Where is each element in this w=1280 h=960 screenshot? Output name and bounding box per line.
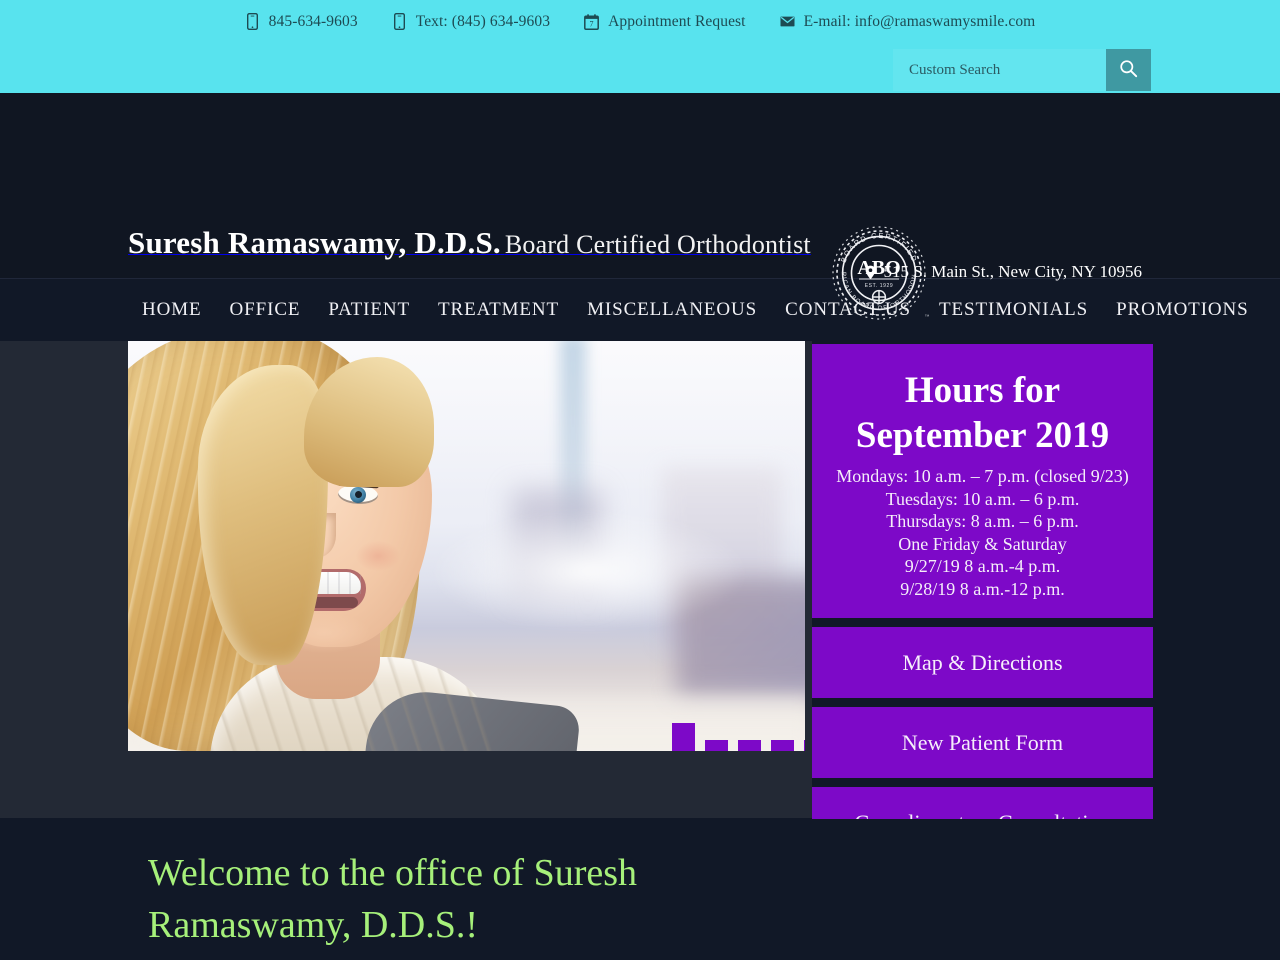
new-patient-form-button[interactable]: New Patient Form <box>812 707 1153 778</box>
nav-item-promotions[interactable]: PROMOTIONS <box>1102 279 1263 341</box>
sidebar: Hours for September 2019 Mondays: 10 a.m… <box>812 344 1153 858</box>
envelope-icon <box>780 13 795 31</box>
slider-pagination-bar[interactable] <box>804 740 805 751</box>
contact-strip: 845-634-9603 Text: (845) 634-9603 7 Appo… <box>0 0 1280 34</box>
search-submit-button[interactable] <box>1106 49 1151 91</box>
brand-text: Suresh Ramaswamy, D.D.S. Board Certified… <box>128 223 811 262</box>
brand-tagline: Board Certified Orthodontist <box>504 230 811 259</box>
search-input[interactable] <box>893 49 1106 91</box>
nav-item-testimonials[interactable]: TESTIMONIALS <box>925 279 1102 341</box>
office-address-label: 515 S. Main St., New City, NY 10956 <box>883 262 1142 281</box>
cheek-right <box>356 541 400 571</box>
appointment-request-link[interactable]: 7 Appointment Request <box>584 13 746 31</box>
text-label: Text: (845) 634-9603 <box>415 12 551 30</box>
nav-list-item: TESTIMONIALS <box>925 279 1102 341</box>
hero-stage: Hours for September 2019 Mondays: 10 a.m… <box>0 341 1280 858</box>
slider-pagination-bar[interactable] <box>705 740 728 751</box>
slider-pagination-bar[interactable] <box>672 723 695 751</box>
hours-title-line1: Hours for <box>904 370 1061 411</box>
hours-line: One Friday & Saturday <box>898 533 1067 554</box>
map-and-directions-button[interactable]: Map & Directions <box>812 627 1153 698</box>
calendar-icon: 7 <box>584 13 600 31</box>
phone-link[interactable]: 845-634-9603 <box>245 13 358 31</box>
hours-line: Tuesdays: 10 a.m. – 6 p.m. <box>885 488 1080 509</box>
hero-photo-subject <box>128 341 582 751</box>
phone-label: 845-634-9603 <box>268 12 358 30</box>
map-pin-icon <box>865 265 876 280</box>
hours-line: Thursdays: 8 a.m. – 6 p.m. <box>886 511 1079 531</box>
slider-pagination-bar[interactable] <box>738 740 761 751</box>
mobile-phone-icon <box>245 13 260 31</box>
hours-lines: Mondays: 10 a.m. – 7 p.m. (closed 9/23) … <box>822 465 1143 600</box>
svg-text:7: 7 <box>590 19 594 28</box>
hours-title-line2: September 2019 <box>855 415 1110 456</box>
hours-line: Mondays: 10 a.m. – 7 p.m. (closed 9/23) <box>836 466 1129 486</box>
masthead: Suresh Ramaswamy, D.D.S. Board Certified… <box>0 93 1280 320</box>
appointment-request-label: Appointment Request <box>608 12 746 30</box>
office-address[interactable]: 515 S. Main St., New City, NY 10956 <box>865 262 1142 282</box>
svg-text:EST. 1929: EST. 1929 <box>865 283 893 289</box>
hours-line: 9/28/19 8 a.m.-12 p.m. <box>900 578 1065 599</box>
welcome-section: Welcome to the office of Suresh Ramaswam… <box>0 819 1280 960</box>
hours-card: Hours for September 2019 Mondays: 10 a.m… <box>812 344 1153 618</box>
mobile-phone-icon <box>392 13 407 31</box>
site-logo[interactable]: Suresh Ramaswamy, D.D.S. Board Certified… <box>128 216 933 326</box>
email-label: E-mail: info@ramaswamysmile.com <box>803 12 1036 30</box>
svg-text:™: ™ <box>924 314 929 320</box>
nav-list-item: PROMOTIONS <box>1102 279 1263 341</box>
search-box <box>893 49 1151 91</box>
slider-pagination-bar[interactable] <box>771 740 794 751</box>
hero-slider[interactable] <box>128 341 805 751</box>
top-utility-bar: 845-634-9603 Text: (845) 634-9603 7 Appo… <box>0 0 1280 93</box>
search-icon <box>1119 59 1138 81</box>
brand-name: Suresh Ramaswamy, D.D.S. <box>128 225 501 260</box>
hours-line: 9/27/19 8 a.m.-4 p.m. <box>904 556 1061 576</box>
text-link[interactable]: Text: (845) 634-9603 <box>392 13 550 31</box>
slider-pagination <box>672 721 805 751</box>
page-title: Welcome to the office of Suresh Ramaswam… <box>148 852 638 946</box>
email-link[interactable]: E-mail: info@ramaswamysmile.com <box>780 13 1036 31</box>
